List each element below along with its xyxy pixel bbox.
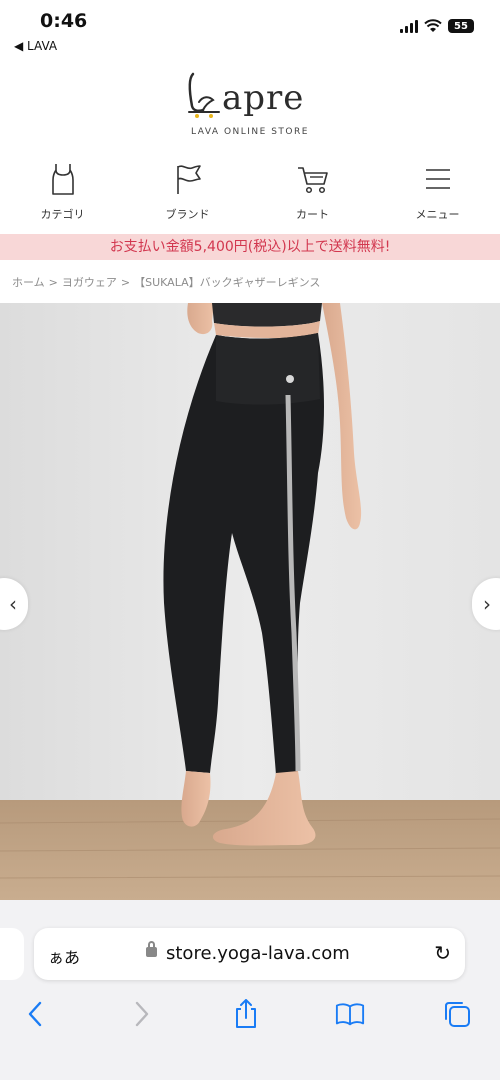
- nav-item-category[interactable]: カテゴリ: [0, 160, 125, 232]
- logo-subtitle: LAVA ONLINE STORE: [191, 127, 309, 137]
- main-nav: カテゴリ ブランド カート メニュー: [0, 160, 500, 232]
- back-button[interactable]: [20, 999, 50, 1029]
- browser-bottom-area: [0, 900, 500, 1080]
- store-logo[interactable]: apre LAVA ONLINE STORE: [0, 72, 500, 144]
- battery-icon: 55: [448, 19, 474, 33]
- lock-icon: [146, 941, 157, 957]
- address-bar[interactable]: ぁあ store.yoga-lava.com ↻: [34, 928, 465, 980]
- nav-item-cart[interactable]: カート: [250, 160, 375, 232]
- nav-item-menu[interactable]: メニュー: [375, 160, 500, 232]
- product-image-carousel[interactable]: ‹ ›: [0, 303, 500, 900]
- hamburger-icon: [425, 169, 450, 189]
- status-icons: 55: [400, 19, 474, 33]
- previous-tab-edge[interactable]: [0, 928, 24, 980]
- book-icon: [335, 1003, 365, 1026]
- reader-settings-button[interactable]: ぁあ: [48, 944, 80, 968]
- bookmarks-button[interactable]: [335, 999, 365, 1029]
- status-bar: 0:46 ◀ LAVA 55: [0, 0, 500, 60]
- nav-label-menu: メニュー: [415, 208, 460, 221]
- tank-top-icon: [51, 164, 74, 195]
- tabs-button[interactable]: [442, 999, 472, 1029]
- browser-toolbar: [0, 995, 500, 1035]
- nav-label-cart: カート: [296, 208, 329, 221]
- status-time: 0:46: [40, 10, 88, 32]
- nav-label-category: カテゴリ: [40, 208, 85, 221]
- logo-mark-icon: [188, 72, 220, 118]
- chevron-right-icon: [135, 1001, 149, 1027]
- tabs-icon: [445, 1002, 470, 1027]
- cart-icon: [297, 167, 328, 194]
- breadcrumb-separator: >: [120, 276, 131, 289]
- free-shipping-banner: お支払い金額5,400円(税込)以上で送料無料!: [0, 234, 500, 260]
- wifi-icon: [424, 19, 442, 32]
- share-icon: [236, 999, 256, 1028]
- signal-icon: [400, 19, 418, 33]
- breadcrumb: ホーム > ヨガウェア > 【SUKALA】バックギャザーレギンス: [12, 274, 324, 290]
- reload-button[interactable]: ↻: [434, 941, 451, 965]
- breadcrumb-separator: >: [48, 276, 58, 289]
- nav-item-brand[interactable]: ブランド: [125, 160, 250, 232]
- share-button[interactable]: [231, 999, 261, 1029]
- flag-icon: [176, 165, 201, 194]
- back-to-app-link[interactable]: ◀ LAVA: [14, 39, 57, 53]
- breadcrumb-current: 【SUKALA】バックギャザーレギンス: [134, 276, 321, 289]
- nav-label-brand: ブランド: [165, 208, 210, 221]
- chevron-left-icon: [28, 1001, 42, 1027]
- product-photo: [0, 303, 500, 900]
- breadcrumb-yoga-wear[interactable]: ヨガウェア: [62, 276, 117, 289]
- breadcrumb-home[interactable]: ホーム: [12, 276, 45, 289]
- url-text[interactable]: store.yoga-lava.com: [166, 943, 350, 964]
- forward-button[interactable]: [127, 999, 157, 1029]
- logo-wordmark: apre: [222, 78, 305, 118]
